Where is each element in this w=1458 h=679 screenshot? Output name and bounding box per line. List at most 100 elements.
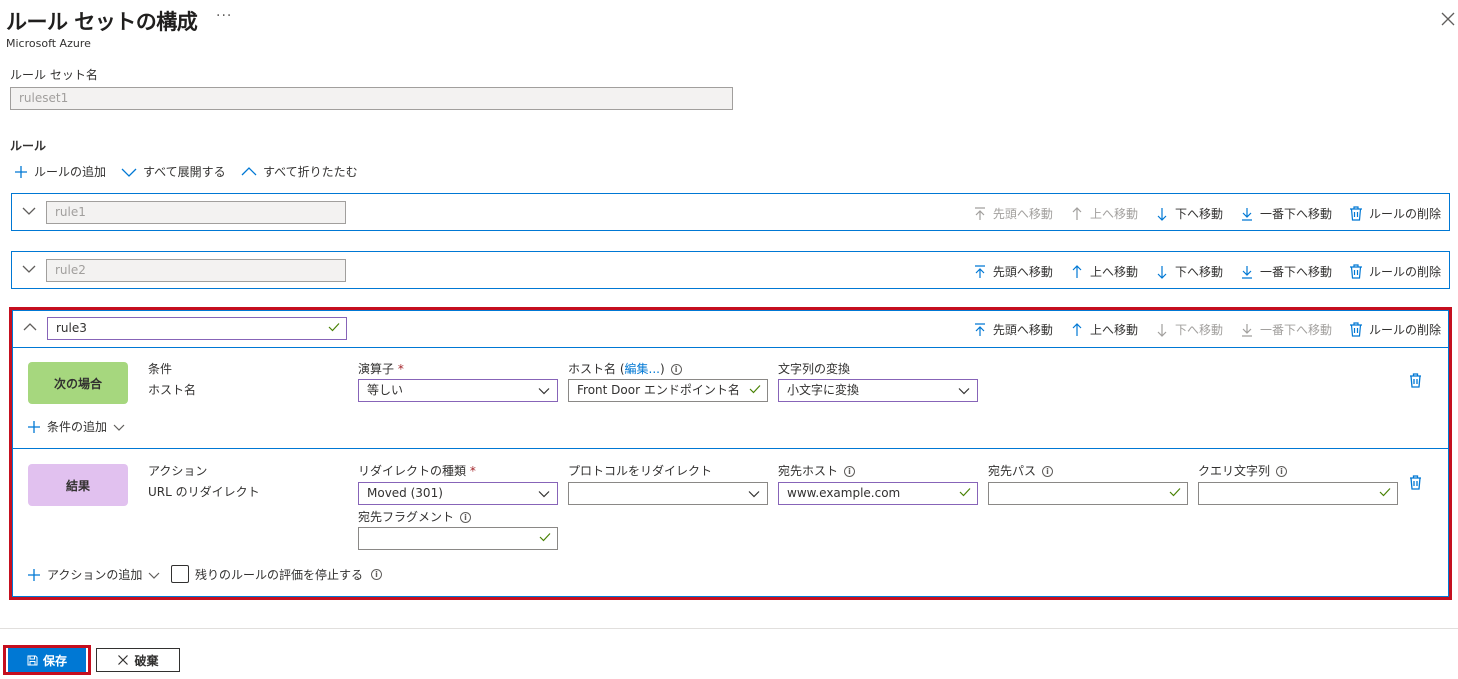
dest-host-input[interactable]: www.example.com <box>778 482 978 505</box>
delete-rule-label: ルールの削除 <box>1368 323 1441 337</box>
condition-badge: 次の場合 <box>28 362 128 404</box>
discard-button[interactable]: 破棄 <box>96 648 180 672</box>
rule-action-bar: 先頭へ移動 上へ移動 下へ移動 一番下へ移動 ルールの削除 <box>973 205 1441 222</box>
operator-dropdown[interactable]: 等しい <box>358 379 558 402</box>
stop-evaluation-checkbox[interactable]: 残りのルールの評価を停止する i <box>171 565 383 583</box>
hostname-edit-link[interactable]: 編集... <box>625 362 660 376</box>
check-icon <box>1379 488 1391 497</box>
chevron-down-icon <box>148 572 160 579</box>
redirect-type-dropdown[interactable]: Moved (301) <box>358 482 558 505</box>
move-up-label: 上へ移動 <box>1089 323 1138 337</box>
collapse-all-button[interactable]: すべて折りたたむ <box>241 163 358 180</box>
fragment-label-text: 宛先フラグメント <box>358 510 455 524</box>
move-top-label: 先頭へ移動 <box>992 265 1053 279</box>
rule-name-input[interactable]: rule2 <box>46 259 346 282</box>
add-condition-label: 条件の追加 <box>47 420 108 434</box>
more-options-button[interactable]: ··· <box>216 8 232 24</box>
move-down-button[interactable]: 下へ移動 <box>1155 205 1223 222</box>
dest-host-label: 宛先ホスト i <box>778 462 856 479</box>
move-top-button[interactable]: 先頭へ移動 <box>973 321 1053 338</box>
plus-icon <box>28 420 40 433</box>
operator-label-text: 演算子 <box>358 362 395 376</box>
rule-name-input[interactable]: rule3 <box>47 317 347 340</box>
hostname-label: ホスト名 (編集...) i <box>568 360 682 377</box>
delete-rule-button[interactable]: ルールの削除 <box>1349 263 1441 280</box>
arrow-down-icon <box>1157 323 1167 337</box>
move-top-label: 先頭へ移動 <box>992 207 1053 221</box>
delete-rule-button[interactable]: ルールの削除 <box>1349 321 1441 338</box>
delete-rule-button[interactable]: ルールの削除 <box>1349 205 1441 222</box>
action-type-label: アクション <box>148 464 208 478</box>
checkbox-box[interactable] <box>171 565 189 583</box>
required-marker: * <box>469 464 476 478</box>
ruleset-name-input[interactable]: ruleset1 <box>10 87 733 110</box>
dest-path-label: 宛先パス i <box>988 462 1054 479</box>
stop-evaluation-label: 残りのルールの評価を停止する <box>195 567 364 582</box>
condition-type-value: ホスト名 <box>148 383 197 397</box>
redirect-type-label-text: リダイレクトの種類 <box>358 464 467 478</box>
add-action-button[interactable]: アクションの追加 <box>27 566 160 583</box>
move-up-button[interactable]: 上へ移動 <box>1070 321 1138 338</box>
operator-label: 演算子 * <box>358 360 404 377</box>
dest-host-label-text: 宛先ホスト <box>778 464 839 478</box>
check-icon <box>749 385 761 394</box>
move-up-label: 上へ移動 <box>1089 207 1138 221</box>
query-string-input[interactable] <box>1198 482 1398 505</box>
operator-value: 等しい <box>367 383 404 397</box>
page-subtitle: Microsoft Azure <box>6 37 91 50</box>
move-down-label: 下へ移動 <box>1174 207 1223 221</box>
collapse-chevron-icon[interactable] <box>23 322 37 332</box>
info-icon: i <box>371 568 383 580</box>
protocol-dropdown[interactable] <box>568 482 768 505</box>
move-bottom-button[interactable]: 一番下へ移動 <box>1240 321 1332 338</box>
rule-name-input[interactable]: rule1 <box>46 201 346 224</box>
redirect-type-label: リダイレクトの種類 * <box>358 462 476 479</box>
delete-rule-label: ルールの削除 <box>1368 207 1441 221</box>
move-bottom-button[interactable]: 一番下へ移動 <box>1240 205 1332 222</box>
delete-condition-icon[interactable] <box>1409 373 1422 388</box>
move-up-button[interactable]: 上へ移動 <box>1070 205 1138 222</box>
save-icon <box>27 655 38 665</box>
move-bottom-label: 一番下へ移動 <box>1259 207 1332 221</box>
save-button[interactable]: 保存 <box>8 648 86 672</box>
hostname-label-close: ) <box>659 362 665 376</box>
move-bottom-icon <box>1241 265 1252 279</box>
rule-header-divider <box>13 347 1448 348</box>
collapse-all-label: すべて折りたたむ <box>263 165 358 179</box>
move-bottom-button[interactable]: 一番下へ移動 <box>1240 263 1332 280</box>
query-string-label-text: クエリ文字列 <box>1198 464 1271 478</box>
dest-host-value: www.example.com <box>787 486 901 500</box>
expand-chevron-icon[interactable] <box>22 206 36 216</box>
hostname-input[interactable]: Front Door エンドポイント名 <box>568 379 768 402</box>
rule-card-rule2: rule2 先頭へ移動 上へ移動 下へ移動 一番下へ移動 ルールの削除 <box>11 251 1450 289</box>
delete-action-icon[interactable] <box>1409 475 1422 490</box>
expand-all-button[interactable]: すべて展開する <box>121 163 226 180</box>
move-down-button[interactable]: 下へ移動 <box>1155 263 1223 280</box>
chevron-up-icon <box>241 166 257 175</box>
trash-icon <box>1349 264 1362 279</box>
arrow-up-icon <box>1072 206 1082 220</box>
expand-chevron-icon[interactable] <box>22 264 36 274</box>
move-up-label: 上へ移動 <box>1089 265 1138 279</box>
fragment-input[interactable] <box>358 527 558 550</box>
check-icon <box>1169 488 1181 497</box>
discard-label: 破棄 <box>134 653 159 668</box>
info-icon: i <box>844 466 856 477</box>
transform-dropdown[interactable]: 小文字に変換 <box>778 379 978 402</box>
rule-card-rule3: rule3 先頭へ移動 上へ移動 下へ移動 一番下へ移動 ルールの削除 次の場合… <box>12 310 1449 597</box>
move-bottom-icon <box>1241 207 1252 221</box>
dest-path-input[interactable] <box>988 482 1188 505</box>
add-condition-button[interactable]: 条件の追加 <box>27 418 125 435</box>
move-up-button[interactable]: 上へ移動 <box>1070 263 1138 280</box>
move-top-button[interactable]: 先頭へ移動 <box>973 263 1053 280</box>
fragment-label: 宛先フラグメント i <box>358 508 472 525</box>
plus-icon <box>15 165 27 178</box>
close-icon[interactable] <box>1438 9 1458 29</box>
move-top-button[interactable]: 先頭へ移動 <box>973 205 1053 222</box>
arrow-down-icon <box>1157 265 1167 279</box>
redirect-type-value: Moved (301) <box>367 486 443 500</box>
add-rule-button[interactable]: ルールの追加 <box>14 163 106 180</box>
chevron-down-icon <box>958 388 970 395</box>
chevron-down-icon <box>538 491 550 498</box>
move-down-button[interactable]: 下へ移動 <box>1155 321 1223 338</box>
